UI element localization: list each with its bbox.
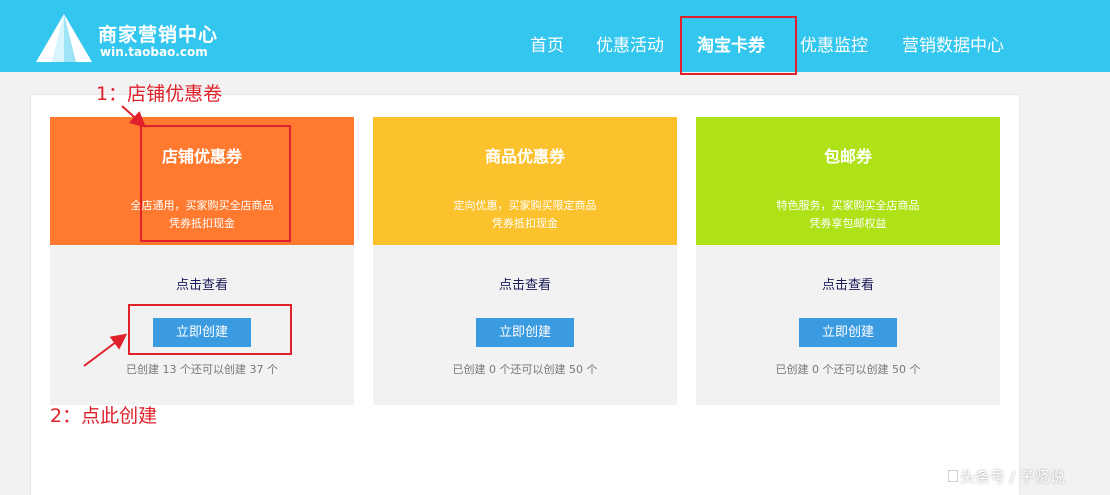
card-header: 商品优惠券 定向优惠，买家购买限定商品 凭券抵扣现金 — [373, 117, 677, 245]
view-link[interactable]: 点击查看 — [373, 274, 677, 293]
logo-subtitle: win.taobao.com — [100, 45, 208, 59]
create-now-button[interactable]: 立即创建 — [799, 318, 897, 347]
nav-home[interactable]: 首页 — [530, 31, 564, 56]
view-link[interactable]: 点击查看 — [50, 274, 354, 293]
highlight-box-store-coupon — [140, 125, 291, 242]
nav-promo-monitor[interactable]: 优惠监控 — [800, 31, 868, 56]
card-desc-line2: 凭券享包邮权益 — [809, 217, 887, 230]
created-count: 已创建 13 个还可以创建 37 个 — [126, 363, 278, 376]
card-title: 包邮券 — [823, 147, 872, 166]
annotation-step-2: 2：点此创建 — [50, 405, 158, 427]
logo-icon — [36, 14, 92, 62]
highlight-box-nav — [680, 16, 797, 75]
coupon-card-free-shipping: 包邮券 特色服务，买家购买全店商品 凭券享包邮权益 点击查看 立即创建 已创建 … — [696, 117, 1000, 405]
card-header: 包邮券 特色服务，买家购买全店商品 凭券享包邮权益 — [696, 117, 1000, 245]
created-count: 已创建 0 个还可以创建 50 个 — [775, 363, 921, 376]
create-now-button[interactable]: 立即创建 — [476, 318, 574, 347]
watermark-icon — [948, 470, 958, 482]
coupon-card-product: 商品优惠券 定向优惠，买家购买限定商品 凭券抵扣现金 点击查看 立即创建 已创建… — [373, 117, 677, 405]
nav-marketing-data[interactable]: 营销数据中心 — [902, 31, 1004, 56]
card-title: 商品优惠券 — [484, 147, 565, 166]
logo-title: 商家营销中心 — [98, 24, 219, 46]
nav-promotions[interactable]: 优惠活动 — [596, 31, 664, 56]
highlight-box-create — [128, 304, 292, 355]
card-desc-line1: 特色服务，买家购买全店商品 — [776, 199, 920, 212]
view-link[interactable]: 点击查看 — [696, 274, 1000, 293]
watermark: 头条号 / 子贤说 — [960, 468, 1065, 486]
card-desc-line2: 凭券抵扣现金 — [492, 217, 558, 230]
annotation-step-1: 1：店铺优惠卷 — [96, 83, 223, 105]
card-desc-line1: 定向优惠，买家购买限定商品 — [453, 199, 597, 212]
created-count: 已创建 0 个还可以创建 50 个 — [452, 363, 598, 376]
top-header: 商家营销中心 win.taobao.com 首页 优惠活动 淘宝卡券 优惠监控 … — [0, 0, 1110, 72]
